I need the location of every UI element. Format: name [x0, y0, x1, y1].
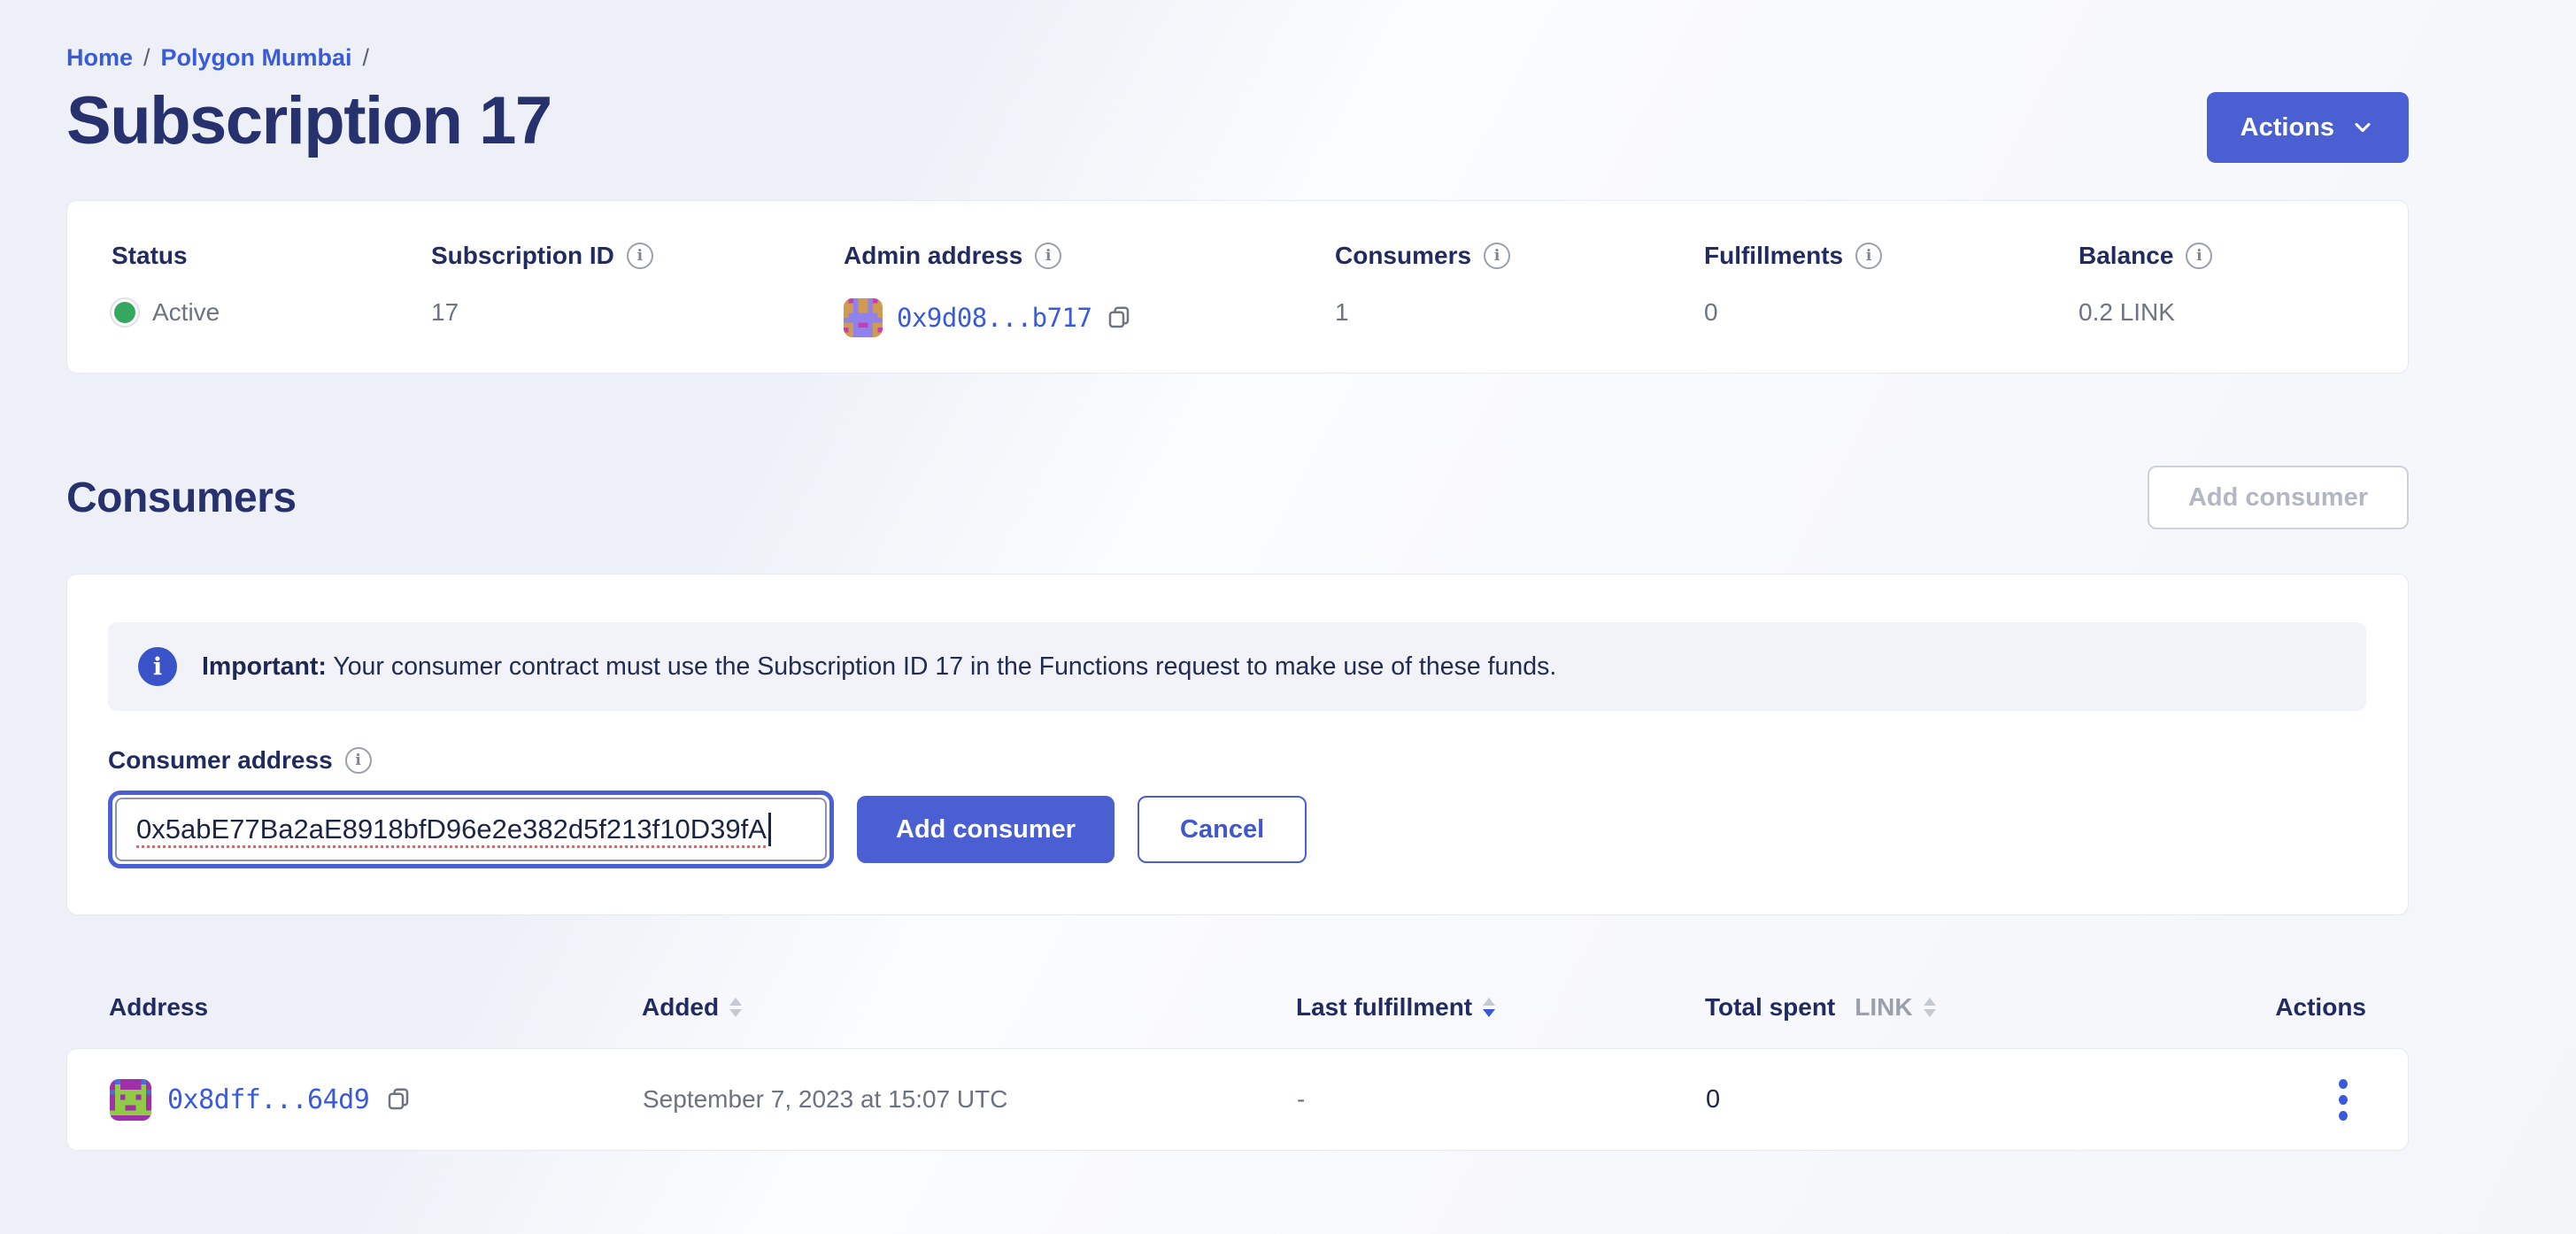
important-notice-banner: i Important: Your consumer contract must…: [108, 622, 2366, 711]
chevron-down-icon: [2350, 115, 2375, 140]
total-spent-cell: 0: [1706, 1085, 2255, 1114]
breadcrumb-separator: /: [363, 44, 370, 71]
consumer-table-row: 0x8dff...64d9 September 7, 2023 at 15:07…: [66, 1048, 2409, 1151]
add-consumer-form-card: i Important: Your consumer contract must…: [66, 574, 2409, 915]
copy-icon: [1106, 305, 1132, 331]
consumers-count: 1: [1335, 298, 1349, 327]
info-icon[interactable]: i: [1484, 243, 1510, 269]
add-consumer-button-disabled[interactable]: Add consumer: [2148, 466, 2409, 529]
stat-balance-label: Balance: [2079, 242, 2173, 270]
stat-admin-address: Admin address i: [844, 242, 1335, 373]
notice-text: Important: Your consumer contract must u…: [202, 652, 1556, 682]
copy-address-button[interactable]: [1106, 305, 1132, 331]
breadcrumb-home-link[interactable]: Home: [66, 44, 133, 71]
consumers-table-header: Address Added Last fulfillment Total spe…: [66, 993, 2409, 1022]
column-header-address: Address: [109, 993, 642, 1022]
fulfillments-count: 0: [1704, 298, 1718, 327]
page-title: Subscription 17: [66, 83, 551, 159]
subscription-page: Home / Polygon Mumbai / Subscription 17 Act…: [0, 0, 2576, 1151]
stat-fulfillments: Fulfillments i 0: [1704, 242, 2079, 373]
info-icon[interactable]: i: [1855, 243, 1882, 269]
consumer-address-value: 0x5abE77Ba2aE8918bfD96e2e382d5f213f10D39…: [136, 814, 767, 845]
stat-status: Status Active: [112, 242, 431, 373]
identicon-avatar: [844, 298, 883, 337]
cancel-button[interactable]: Cancel: [1138, 796, 1307, 863]
stat-subscription-id-label: Subscription ID: [431, 242, 614, 270]
notice-body: Your consumer contract must use the Subs…: [333, 652, 1556, 681]
sort-icon: [729, 998, 742, 1017]
sort-icon-active-desc: [1483, 998, 1495, 1017]
status-active-dot: [112, 299, 138, 326]
consumer-address-input[interactable]: 0x5abE77Ba2aE8918bfD96e2e382d5f213f10D39…: [115, 798, 827, 861]
consumer-address-cell: 0x8dff...64d9: [110, 1079, 643, 1121]
info-icon[interactable]: i: [627, 243, 653, 269]
actions-dropdown-button[interactable]: Actions: [2207, 92, 2409, 163]
text-cursor: [768, 813, 771, 846]
added-date-cell: September 7, 2023 at 15:07 UTC: [643, 1085, 1297, 1114]
stat-subscription-id: Subscription ID i 17: [431, 242, 844, 373]
notice-emphasis: Important:: [202, 652, 327, 681]
consumer-address-link[interactable]: 0x8dff...64d9: [167, 1084, 369, 1115]
info-icon[interactable]: i: [1035, 243, 1061, 269]
stat-admin-address-label: Admin address: [844, 242, 1022, 270]
status-badge: Active: [152, 298, 220, 327]
info-icon[interactable]: i: [2186, 243, 2212, 269]
copy-icon: [385, 1086, 412, 1113]
column-header-total-spent-sort[interactable]: Total spent LINK: [1705, 993, 2254, 1022]
column-header-actions: Actions: [2275, 993, 2366, 1022]
copy-address-button[interactable]: [385, 1086, 412, 1113]
breadcrumb-network-link[interactable]: Polygon Mumbai: [161, 44, 352, 71]
subscription-stats-card: Status Active Subscription ID i 17 Admin …: [66, 200, 2409, 374]
identicon-avatar: [110, 1079, 151, 1121]
subscription-id-value: 17: [431, 298, 459, 327]
stat-consumers: Consumers i 1: [1335, 242, 1704, 373]
breadcrumb: Home / Polygon Mumbai /: [66, 42, 2409, 73]
consumer-address-input-wrapper: 0x5abE77Ba2aE8918bfD96e2e382d5f213f10D39…: [108, 791, 834, 868]
breadcrumb-separator: /: [143, 44, 150, 71]
balance-value: 0.2 LINK: [2079, 298, 2175, 327]
sort-icon: [1924, 998, 1936, 1017]
info-circle-icon: i: [138, 647, 177, 686]
last-fulfillment-cell: -: [1297, 1085, 1706, 1114]
actions-button-label: Actions: [2241, 113, 2334, 143]
column-header-last-fulfillment-sort[interactable]: Last fulfillment: [1296, 993, 1705, 1022]
admin-address-link[interactable]: 0x9d08...b717: [897, 303, 1091, 333]
stat-consumers-label: Consumers: [1335, 242, 1471, 270]
consumer-address-label: Consumer addressi: [108, 746, 2366, 775]
stat-fulfillments-label: Fulfillments: [1704, 242, 1843, 270]
stat-balance: Balance i 0.2 LINK: [2079, 242, 2408, 373]
add-consumer-submit-button[interactable]: Add consumer: [857, 796, 1114, 863]
stat-status-label: Status: [112, 242, 188, 270]
row-actions-kebab-button[interactable]: [2333, 1074, 2353, 1126]
consumers-section-heading: Consumers: [66, 474, 297, 522]
info-icon[interactable]: i: [345, 747, 372, 774]
column-header-added-sort[interactable]: Added: [642, 993, 1296, 1022]
total-spent-unit: LINK: [1855, 993, 1912, 1022]
